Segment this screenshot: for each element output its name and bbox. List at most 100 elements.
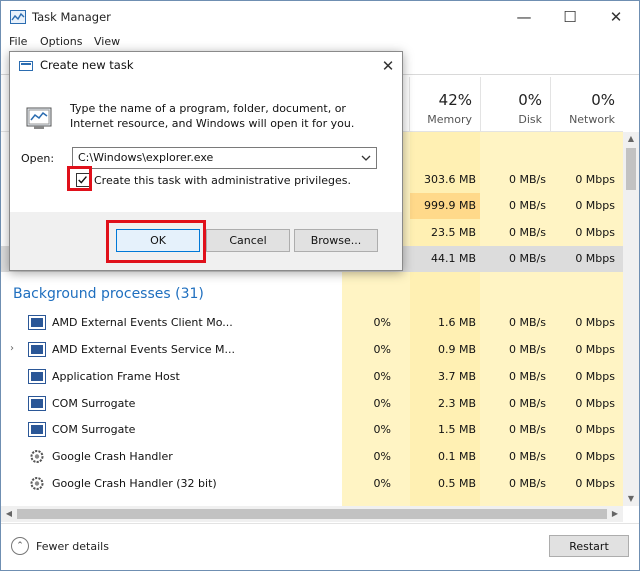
column-network[interactable]: 0% Network: [550, 77, 623, 131]
memory-cell: 303.6 MB: [423, 173, 476, 186]
dialog-button-area: OK Cancel Browse...: [10, 212, 402, 270]
network-cell: 0 Mbps: [575, 316, 615, 329]
process-name: Google Crash Handler (32 bit): [52, 477, 217, 490]
menu-file[interactable]: File: [9, 35, 27, 48]
cpu-cell: 0%: [373, 477, 391, 490]
cpu-cell: 0%: [373, 450, 391, 463]
disk-cell: 0 MB/s: [509, 423, 546, 436]
network-cell: 0 Mbps: [575, 199, 615, 212]
cancel-button[interactable]: Cancel: [206, 229, 290, 252]
menu-options[interactable]: Options: [40, 35, 82, 48]
disk-percent: 0%: [518, 91, 542, 109]
window-title: Task Manager: [32, 10, 111, 24]
service-icon: [28, 422, 46, 437]
network-percent: 0%: [591, 91, 615, 109]
dialog-close-button[interactable]: ✕: [374, 53, 402, 79]
disk-cell: 0 MB/s: [509, 226, 546, 239]
memory-cell: 0.9 MB: [437, 343, 476, 356]
scroll-right-icon[interactable]: ▶: [607, 506, 623, 522]
network-cell: 0 Mbps: [575, 343, 615, 356]
menu-view[interactable]: View: [94, 35, 120, 48]
chevron-up-icon[interactable]: ⌃: [11, 537, 29, 555]
network-label: Network: [569, 113, 615, 126]
service-icon: [28, 369, 46, 384]
network-cell: 0 Mbps: [575, 450, 615, 463]
footer: ⌃ Fewer details Restart: [1, 523, 639, 570]
table-row[interactable]: AMD External Events Client Mo... 0% 1.6 …: [1, 310, 623, 336]
network-cell: 0 Mbps: [575, 173, 615, 186]
chevron-down-icon[interactable]: [359, 151, 373, 165]
minimize-button[interactable]: —: [501, 1, 547, 33]
disk-cell: 0 MB/s: [509, 173, 546, 186]
dialog-description: Type the name of a program, folder, docu…: [70, 102, 355, 130]
table-row[interactable]: Application Frame Host 0% 3.7 MB 0 MB/s …: [1, 364, 623, 390]
memory-cell: 1.6 MB: [437, 316, 476, 329]
vertical-scroll-thumb[interactable]: [626, 148, 636, 190]
memory-cell: 0.5 MB: [437, 477, 476, 490]
disk-cell: 0 MB/s: [509, 252, 546, 265]
cpu-cell: 0%: [373, 370, 391, 383]
process-name: COM Surrogate: [52, 397, 136, 410]
process-name: Application Frame Host: [52, 370, 180, 383]
expand-chevron-icon[interactable]: ›: [10, 343, 14, 354]
table-row[interactable]: Google Crash Handler 0% 0.1 MB 0 MB/s 0 …: [1, 444, 623, 470]
memory-cell: 23.5 MB: [430, 226, 476, 239]
checkbox-highlight: [67, 166, 92, 191]
process-name: Google Crash Handler: [52, 450, 173, 463]
memory-label: Memory: [427, 113, 472, 126]
background-processes-title[interactable]: Background processes (31): [13, 286, 204, 302]
scroll-up-icon[interactable]: ▲: [623, 132, 639, 146]
scroll-left-icon[interactable]: ◀: [1, 506, 17, 522]
gear-icon: [30, 450, 44, 463]
restart-button[interactable]: Restart: [549, 535, 629, 557]
table-row[interactable]: Google Crash Handler (32 bit) 0% 0.5 MB …: [1, 471, 623, 497]
network-cell: 0 Mbps: [575, 477, 615, 490]
cpu-cell: 0%: [373, 397, 391, 410]
memory-cell: 1.5 MB: [437, 423, 476, 436]
disk-cell: 0 MB/s: [509, 477, 546, 490]
menu-bar: File Options View: [1, 33, 639, 53]
dialog-title: Create new task: [40, 58, 134, 72]
open-combobox[interactable]: C:\Windows\explorer.exe: [72, 147, 377, 169]
cpu-cell: 0%: [373, 423, 391, 436]
vertical-scrollbar[interactable]: ▲ ▼: [623, 132, 639, 506]
service-icon: [28, 342, 46, 357]
network-cell: 0 Mbps: [575, 397, 615, 410]
fewer-details-link[interactable]: Fewer details: [36, 540, 109, 553]
network-cell: 0 Mbps: [575, 226, 615, 239]
browse-button[interactable]: Browse...: [294, 229, 378, 252]
disk-label: Disk: [518, 113, 542, 126]
process-name: AMD External Events Client Mo...: [52, 316, 233, 329]
horizontal-scroll-thumb[interactable]: [17, 509, 607, 519]
network-cell: 0 Mbps: [575, 252, 615, 265]
maximize-button[interactable]: ☐: [547, 1, 593, 33]
table-row[interactable]: › AMD External Events Service M... 0% 0.…: [1, 337, 623, 363]
close-button[interactable]: ✕: [593, 1, 639, 33]
disk-cell: 0 MB/s: [509, 343, 546, 356]
task-manager-icon: [10, 10, 26, 24]
open-input-value[interactable]: C:\Windows\explorer.exe: [78, 151, 213, 164]
disk-cell: 0 MB/s: [509, 370, 546, 383]
table-row[interactable]: COM Surrogate 0% 2.3 MB 0 MB/s 0 Mbps: [1, 391, 623, 417]
process-name: AMD External Events Service M...: [52, 343, 235, 356]
horizontal-scrollbar[interactable]: ◀ ▶: [1, 506, 623, 522]
run-icon: [19, 61, 33, 71]
title-bar: Task Manager — ☐ ✕: [1, 1, 639, 33]
memory-cell: 999.9 MB: [423, 199, 476, 212]
gear-icon: [30, 477, 44, 490]
column-memory[interactable]: 42% Memory: [409, 77, 480, 131]
network-cell: 0 Mbps: [575, 423, 615, 436]
create-new-task-dialog: Create new task ✕ Type the name of a pro…: [9, 51, 403, 271]
disk-cell: 0 MB/s: [509, 397, 546, 410]
service-icon: [28, 315, 46, 330]
disk-cell: 0 MB/s: [509, 450, 546, 463]
memory-cell: 0.1 MB: [437, 450, 476, 463]
admin-privileges-label[interactable]: Create this task with administrative pri…: [94, 174, 351, 187]
memory-percent: 42%: [438, 91, 472, 109]
scroll-down-icon[interactable]: ▼: [623, 492, 639, 506]
column-disk[interactable]: 0% Disk: [480, 77, 550, 131]
cpu-cell: 0%: [373, 343, 391, 356]
table-row[interactable]: COM Surrogate 0% 1.5 MB 0 MB/s 0 Mbps: [1, 417, 623, 443]
process-name: COM Surrogate: [52, 423, 136, 436]
memory-cell: 3.7 MB: [437, 370, 476, 383]
